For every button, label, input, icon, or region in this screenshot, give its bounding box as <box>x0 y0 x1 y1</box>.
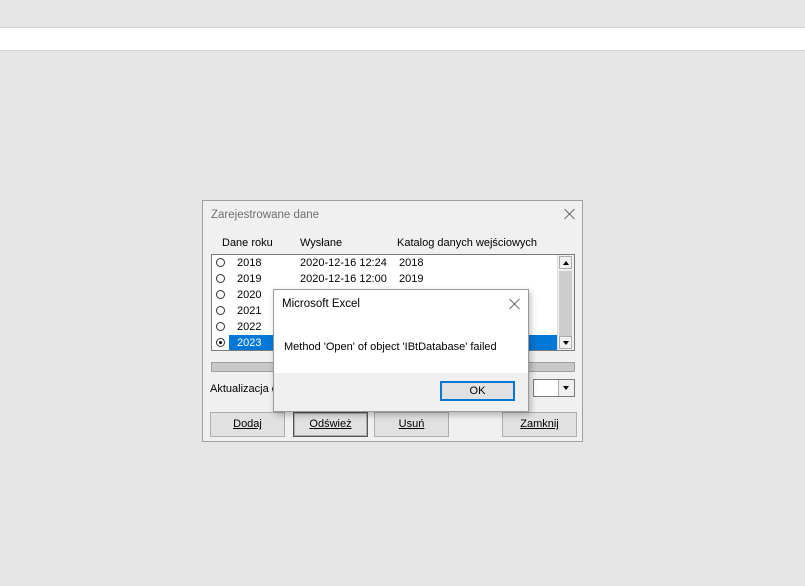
row-year: 2021 <box>237 305 262 317</box>
refresh-button-label: Odśwież <box>309 418 352 430</box>
scroll-thumb[interactable] <box>559 271 572 336</box>
update-label: Aktualizacja d <box>210 383 278 395</box>
messagebox-footer: OK <box>274 373 528 411</box>
list-item[interactable]: 2018 2020-12-16 12:24 2018 <box>212 255 558 271</box>
ok-button[interactable]: OK <box>440 381 515 401</box>
top-white-band <box>0 27 805 51</box>
messagebox-title: Microsoft Excel <box>282 298 360 310</box>
row-year: 2020 <box>237 289 262 301</box>
refresh-button[interactable]: Odśwież <box>293 412 368 437</box>
arrow-up-icon <box>563 261 569 265</box>
column-header-catalog: Katalog danych wejściowych <box>397 237 538 249</box>
dialog-title: Zarejestrowane dane <box>211 209 320 221</box>
close-button[interactable]: Zamknij <box>502 412 577 437</box>
radio-button[interactable] <box>216 274 225 283</box>
combobox-dropdown-button[interactable] <box>558 380 574 396</box>
radio-button[interactable] <box>216 322 225 331</box>
row-year: 2018 <box>237 257 262 269</box>
error-message: Method 'Open' of object 'IBtDatabase' fa… <box>284 341 497 353</box>
add-button-label: Dodaj <box>233 418 262 430</box>
radio-button-checked[interactable] <box>216 338 225 347</box>
radio-button[interactable] <box>216 306 225 315</box>
messagebox-close-icon[interactable] <box>508 297 522 311</box>
dialog-close-icon[interactable] <box>563 207 577 221</box>
close-button-label: Zamknij <box>520 418 559 430</box>
radio-button[interactable] <box>216 290 225 299</box>
row-year: 2023 <box>237 337 262 349</box>
row-year: 2022 <box>237 321 262 333</box>
excel-error-messagebox: Microsoft Excel Method 'Open' of object … <box>273 289 529 412</box>
row-year: 2019 <box>237 273 262 285</box>
scroll-up-button[interactable] <box>559 256 572 269</box>
row-sent: 2020-12-16 12:00 <box>300 273 387 285</box>
list-item[interactable]: 2019 2020-12-16 12:00 2019 <box>212 271 558 287</box>
update-combobox[interactable] <box>533 379 575 397</box>
vertical-scrollbar[interactable] <box>557 255 574 350</box>
arrow-down-icon <box>563 341 569 345</box>
add-button[interactable]: Dodaj <box>210 412 285 437</box>
row-catalog: 2019 <box>399 273 424 285</box>
row-catalog: 2018 <box>399 257 424 269</box>
column-header-sent: Wysłane <box>300 237 343 249</box>
scroll-down-button[interactable] <box>559 336 572 349</box>
row-sent: 2020-12-16 12:24 <box>300 257 387 269</box>
delete-button[interactable]: Usuń <box>374 412 449 437</box>
column-header-year: Dane roku <box>222 237 273 249</box>
radio-button[interactable] <box>216 258 225 267</box>
chevron-down-icon <box>563 386 569 390</box>
delete-button-label: Usuń <box>398 418 425 430</box>
